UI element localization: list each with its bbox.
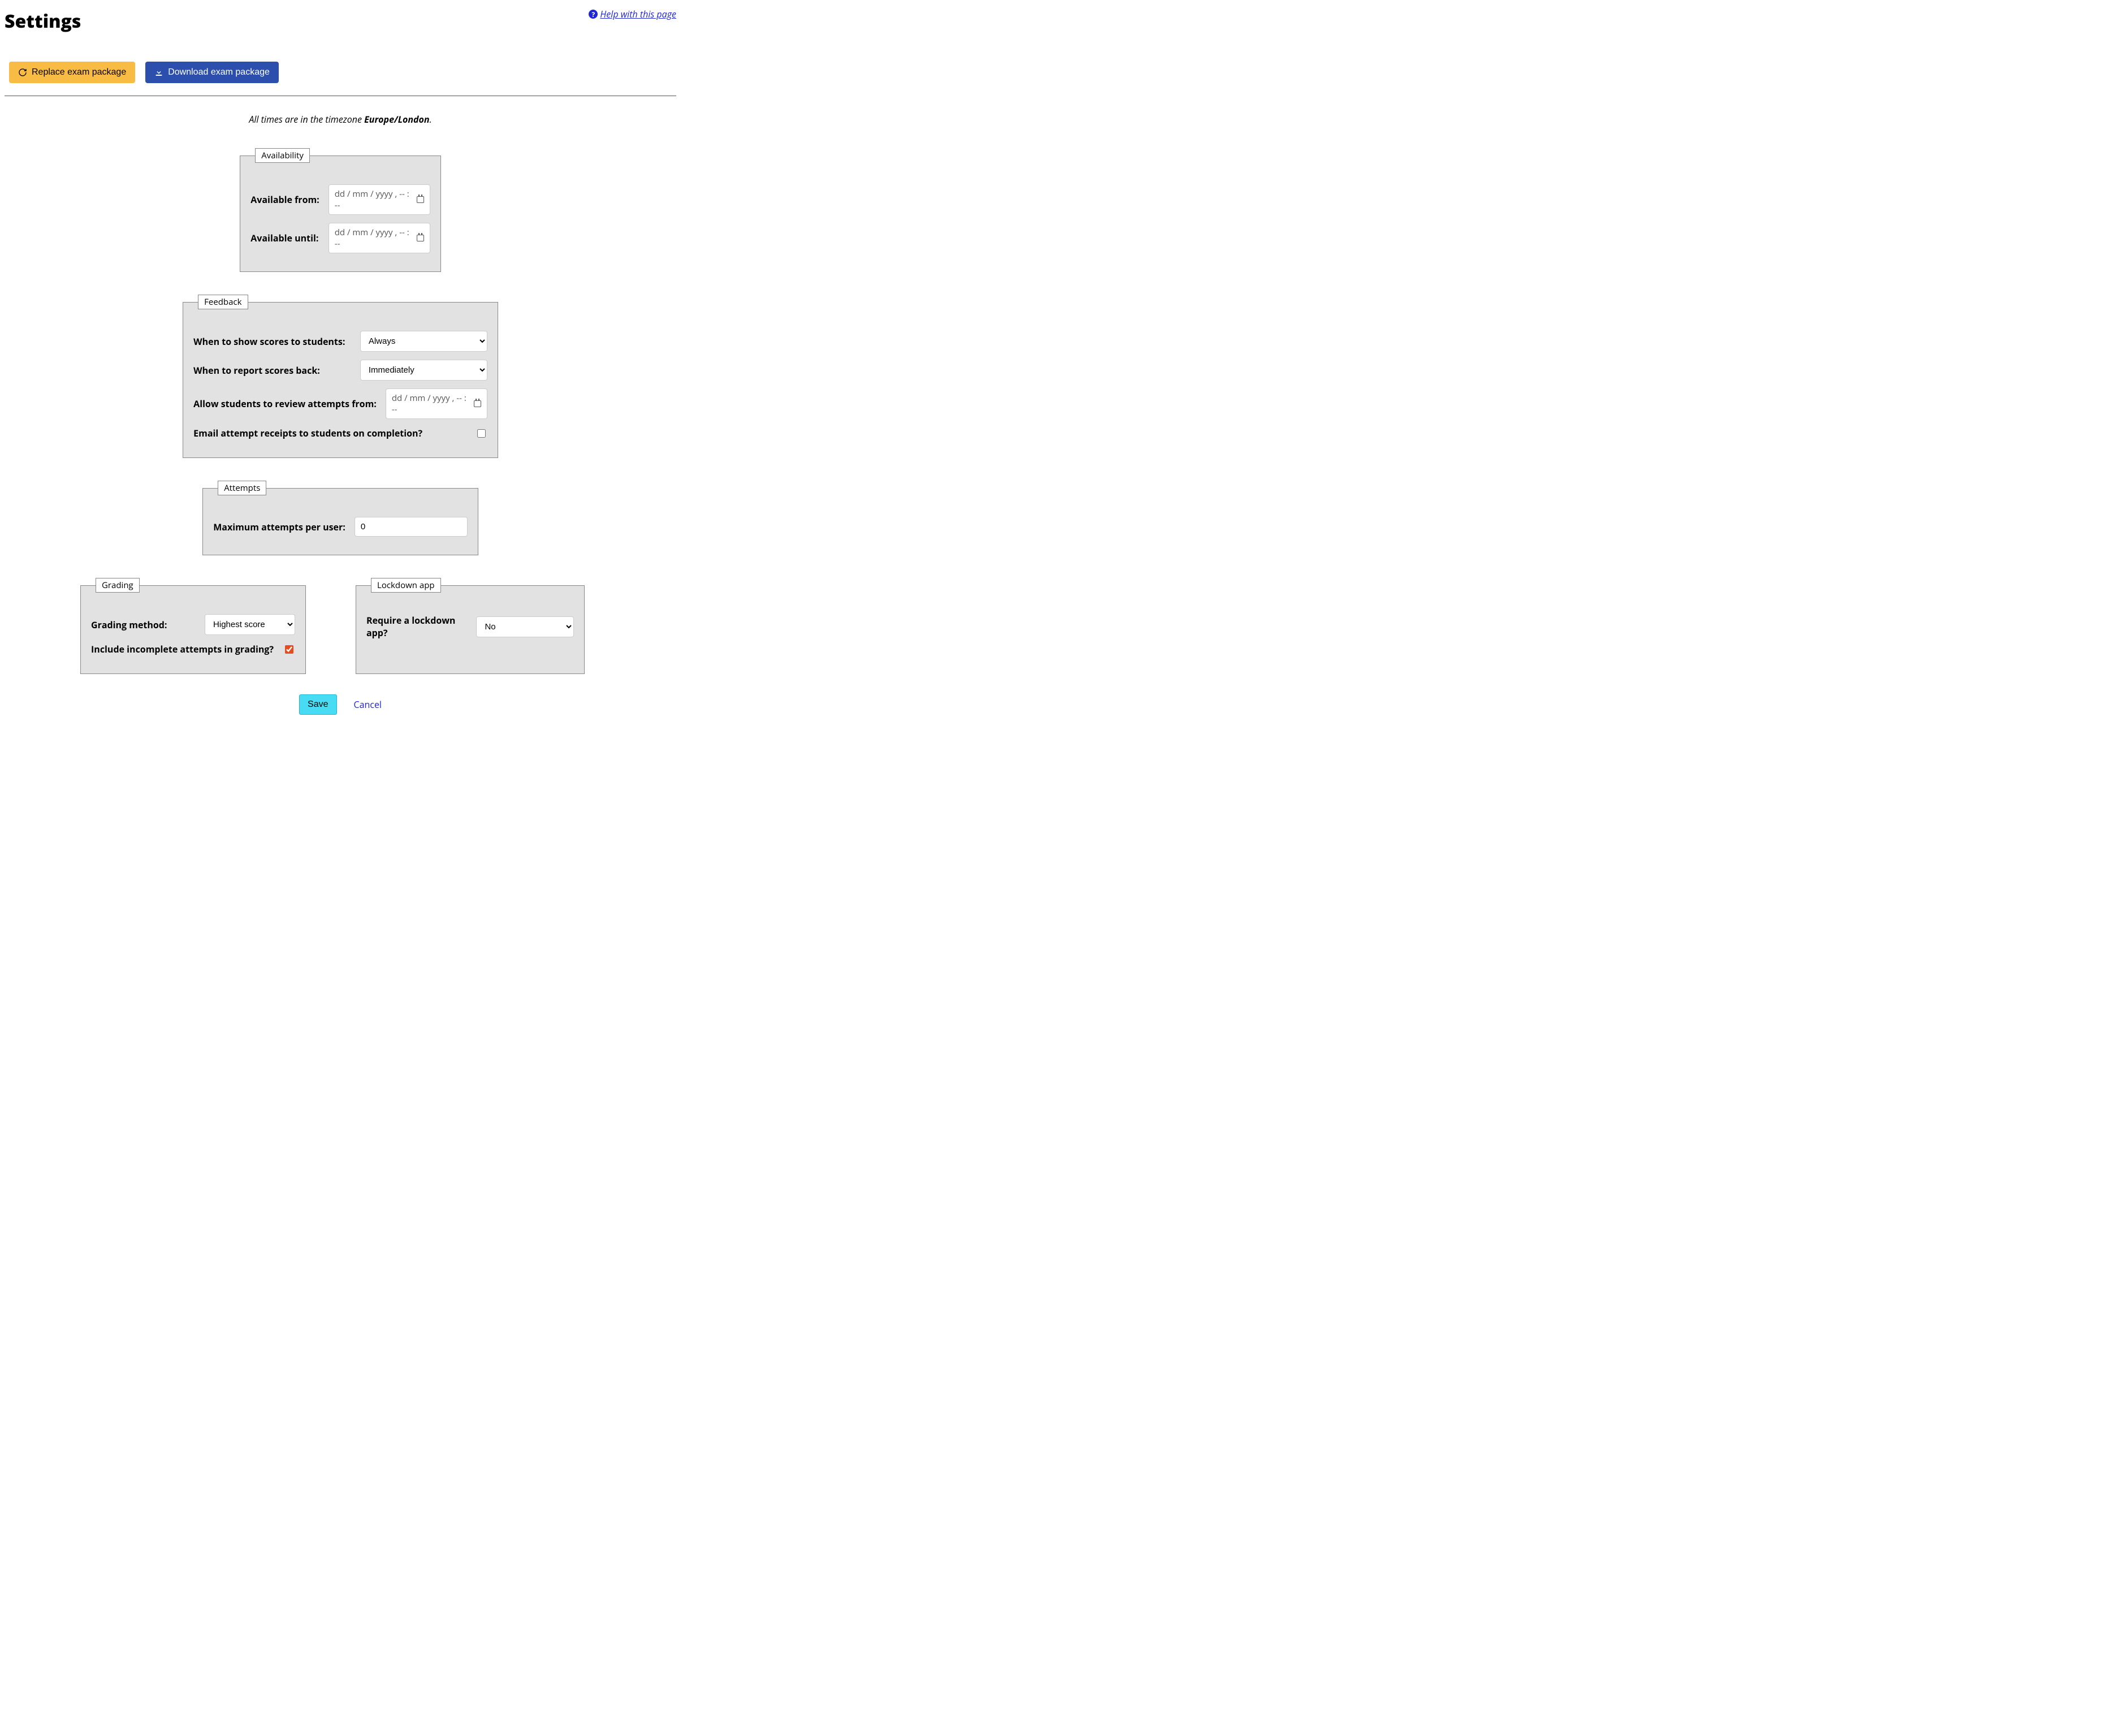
lockdown-fieldset: Lockdown app Require a lockdown app? No: [356, 578, 585, 674]
help-link-label: Help with this page: [600, 8, 676, 20]
availability-legend: Availability: [255, 148, 310, 163]
calendar-icon: [417, 235, 424, 241]
grading-legend: Grading: [96, 578, 140, 593]
save-button[interactable]: Save: [299, 694, 336, 715]
refresh-icon: [18, 68, 27, 77]
available-until-label: Available until:: [250, 232, 318, 244]
help-link[interactable]: ? Help with this page: [589, 8, 676, 20]
datetime-placeholder: dd / mm / yyyy , -- : --: [335, 227, 411, 249]
email-receipt-checkbox[interactable]: [477, 429, 486, 438]
grading-method-select[interactable]: Highest score: [205, 614, 295, 635]
lockdown-legend: Lockdown app: [371, 578, 441, 593]
show-scores-select[interactable]: Always: [360, 331, 487, 352]
grading-fieldset: Grading Grading method: Highest score In…: [80, 578, 306, 674]
download-package-label: Download exam package: [168, 67, 270, 77]
report-back-select[interactable]: Immediately: [360, 360, 487, 381]
replace-package-button[interactable]: Replace exam package: [9, 62, 135, 83]
available-from-input[interactable]: dd / mm / yyyy , -- : --: [329, 184, 430, 215]
datetime-placeholder: dd / mm / yyyy , -- : --: [392, 392, 468, 415]
download-package-button[interactable]: Download exam package: [145, 62, 279, 83]
calendar-icon: [474, 400, 481, 407]
review-from-input[interactable]: dd / mm / yyyy , -- : --: [386, 388, 487, 419]
datetime-placeholder: dd / mm / yyyy , -- : --: [335, 188, 411, 211]
grading-method-label: Grading method:: [91, 619, 167, 631]
review-from-label: Allow students to review attempts from:: [193, 398, 377, 410]
download-icon: [154, 68, 163, 77]
available-from-label: Available from:: [250, 193, 319, 206]
attempts-legend: Attempts: [218, 481, 266, 495]
help-icon: ?: [589, 10, 598, 19]
page-title: Settings: [5, 9, 81, 33]
replace-package-label: Replace exam package: [32, 67, 126, 77]
feedback-fieldset: Feedback When to show scores to students…: [183, 295, 498, 458]
feedback-legend: Feedback: [198, 295, 248, 309]
show-scores-label: When to show scores to students:: [193, 335, 345, 348]
timezone-notice: All times are in the timezone Europe/Lon…: [5, 113, 676, 126]
max-attempts-label: Maximum attempts per user:: [213, 521, 345, 533]
attempts-fieldset: Attempts Maximum attempts per user:: [202, 481, 478, 555]
include-incomplete-checkbox[interactable]: [285, 645, 293, 654]
max-attempts-input[interactable]: [355, 517, 468, 537]
include-incomplete-label: Include incomplete attempts in grading?: [91, 643, 274, 655]
lockdown-select[interactable]: No: [476, 616, 574, 637]
cancel-link[interactable]: Cancel: [354, 698, 382, 711]
lockdown-label: Require a lockdown app?: [366, 614, 467, 639]
available-until-input[interactable]: dd / mm / yyyy , -- : --: [329, 223, 430, 253]
calendar-icon: [417, 196, 424, 203]
report-back-label: When to report scores back:: [193, 364, 320, 377]
availability-fieldset: Availability Available from: dd / mm / y…: [240, 148, 441, 272]
email-receipt-label: Email attempt receipts to students on co…: [193, 427, 422, 439]
